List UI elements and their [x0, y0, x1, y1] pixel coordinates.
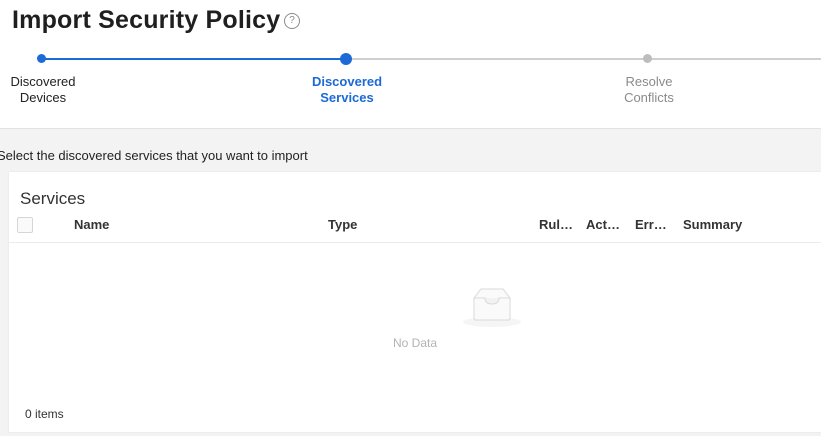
services-card: Services Name Type Rul… Act… Err… Summar…	[9, 172, 821, 432]
instruction-text: Select the discovered services that you …	[0, 148, 308, 163]
empty-inbox-icon	[463, 288, 521, 327]
step-dot-discovered-devices[interactable]	[37, 54, 46, 63]
empty-state-text: No Data	[392, 336, 438, 350]
step-label-line: Resolve	[625, 74, 673, 89]
step-discovered-devices[interactable]: Discovered Devices	[0, 74, 103, 106]
progress-line-pending	[346, 58, 648, 60]
step-discovered-services[interactable]: Discovered Services	[287, 74, 407, 106]
step-label-line: Services	[320, 90, 374, 105]
step-label-line: Conflicts	[624, 90, 674, 105]
services-title: Services	[20, 189, 86, 208]
column-header-rules[interactable]: Rul…	[539, 217, 573, 232]
wizard-header: Import Security Policy ? Discovered Devi…	[0, 0, 821, 129]
progress-line-pending	[648, 58, 821, 60]
column-header-name[interactable]: Name	[74, 217, 109, 232]
step-dot-discovered-services[interactable]	[340, 53, 352, 65]
item-count: 0 items	[25, 407, 64, 421]
page-title: Import Security Policy	[12, 6, 281, 34]
select-all-checkbox[interactable]	[17, 217, 33, 233]
step-label-line: Discovered	[10, 74, 76, 89]
step-label-line: Devices	[19, 90, 67, 105]
header-divider	[9, 242, 821, 243]
step-label-line: Discovered	[311, 74, 383, 89]
step-dot-resolve-conflicts	[643, 54, 652, 63]
help-icon[interactable]: ?	[284, 13, 300, 29]
column-header-type[interactable]: Type	[328, 217, 357, 232]
column-header-action[interactable]: Act…	[586, 217, 620, 232]
progress-line-completed	[42, 58, 346, 60]
step-resolve-conflicts: Resolve Conflicts	[589, 74, 709, 106]
column-header-summary[interactable]: Summary	[683, 217, 742, 232]
column-header-errors[interactable]: Err…	[635, 217, 667, 232]
